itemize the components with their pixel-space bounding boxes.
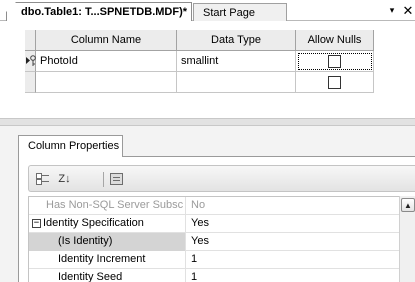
property-name: Identity Increment bbox=[29, 251, 186, 269]
column-name-cell[interactable] bbox=[36, 72, 177, 93]
allow-nulls-checkbox[interactable] bbox=[328, 76, 341, 89]
tab-list-dropdown-icon[interactable]: ▾ bbox=[385, 3, 399, 18]
property-row[interactable]: Identity Specification − Yes bbox=[29, 215, 400, 233]
property-value[interactable]: Yes bbox=[186, 233, 400, 251]
sort-az-icon[interactable]: Z↓ bbox=[56, 171, 73, 188]
current-row-marker-icon bbox=[26, 57, 30, 64]
property-row[interactable]: (Is Identity) Yes bbox=[29, 233, 400, 251]
property-name: Identity Specification bbox=[29, 215, 186, 233]
allow-nulls-checkbox[interactable] bbox=[328, 55, 341, 68]
tab-table-designer[interactable]: dbo.Table1: T...SPNETDB.MDF)* bbox=[6, 2, 192, 21]
property-row[interactable]: Has Non-SQL Server Subsc No bbox=[29, 197, 400, 215]
panel-splitter[interactable] bbox=[0, 118, 415, 126]
column-header-column-name[interactable]: Column Name bbox=[36, 30, 177, 51]
tab-start-page[interactable]: Start Page bbox=[193, 3, 287, 21]
property-grid: Has Non-SQL Server Subsc No Identity Spe… bbox=[28, 196, 400, 282]
property-name: Identity Seed bbox=[29, 269, 186, 282]
grid-corner-header bbox=[25, 30, 36, 51]
close-document-icon[interactable]: ✕ bbox=[401, 3, 415, 18]
property-name: (Is Identity) bbox=[29, 233, 186, 251]
row-header[interactable] bbox=[25, 51, 36, 72]
data-type-cell[interactable]: smallint bbox=[177, 51, 296, 72]
designer-margin bbox=[0, 21, 25, 121]
property-toolbar: Z↓ bbox=[28, 165, 415, 192]
toolbar-separator bbox=[103, 172, 104, 187]
column-name-cell[interactable]: PhotoId bbox=[36, 51, 177, 72]
categorized-icon[interactable] bbox=[34, 171, 51, 188]
column-header-data-type[interactable]: Data Type bbox=[177, 30, 296, 51]
property-row[interactable]: Identity Seed 1 bbox=[29, 269, 400, 282]
primary-key-icon bbox=[26, 54, 36, 73]
property-name: Has Non-SQL Server Subsc bbox=[29, 197, 186, 215]
allow-nulls-cell[interactable] bbox=[296, 51, 374, 72]
row-header[interactable] bbox=[25, 72, 36, 93]
property-value[interactable]: 1 bbox=[186, 269, 400, 282]
property-value[interactable]: No bbox=[186, 197, 400, 215]
property-value[interactable]: Yes bbox=[186, 215, 400, 233]
property-row[interactable]: Identity Increment 1 bbox=[29, 251, 400, 269]
column-header-allow-nulls[interactable]: Allow Nulls bbox=[296, 30, 374, 51]
vertical-scrollbar[interactable]: ▲ bbox=[399, 196, 415, 282]
data-type-cell[interactable] bbox=[177, 72, 296, 93]
collapse-icon[interactable]: − bbox=[32, 219, 41, 228]
scroll-up-icon[interactable]: ▲ bbox=[401, 198, 415, 212]
property-pages-icon[interactable] bbox=[108, 171, 125, 188]
document-tab-strip: dbo.Table1: T...SPNETDB.MDF)* Start Page… bbox=[0, 0, 415, 21]
tab-column-properties[interactable]: Column Properties bbox=[18, 135, 123, 157]
property-value[interactable]: 1 bbox=[186, 251, 400, 269]
allow-nulls-cell[interactable] bbox=[296, 72, 374, 93]
